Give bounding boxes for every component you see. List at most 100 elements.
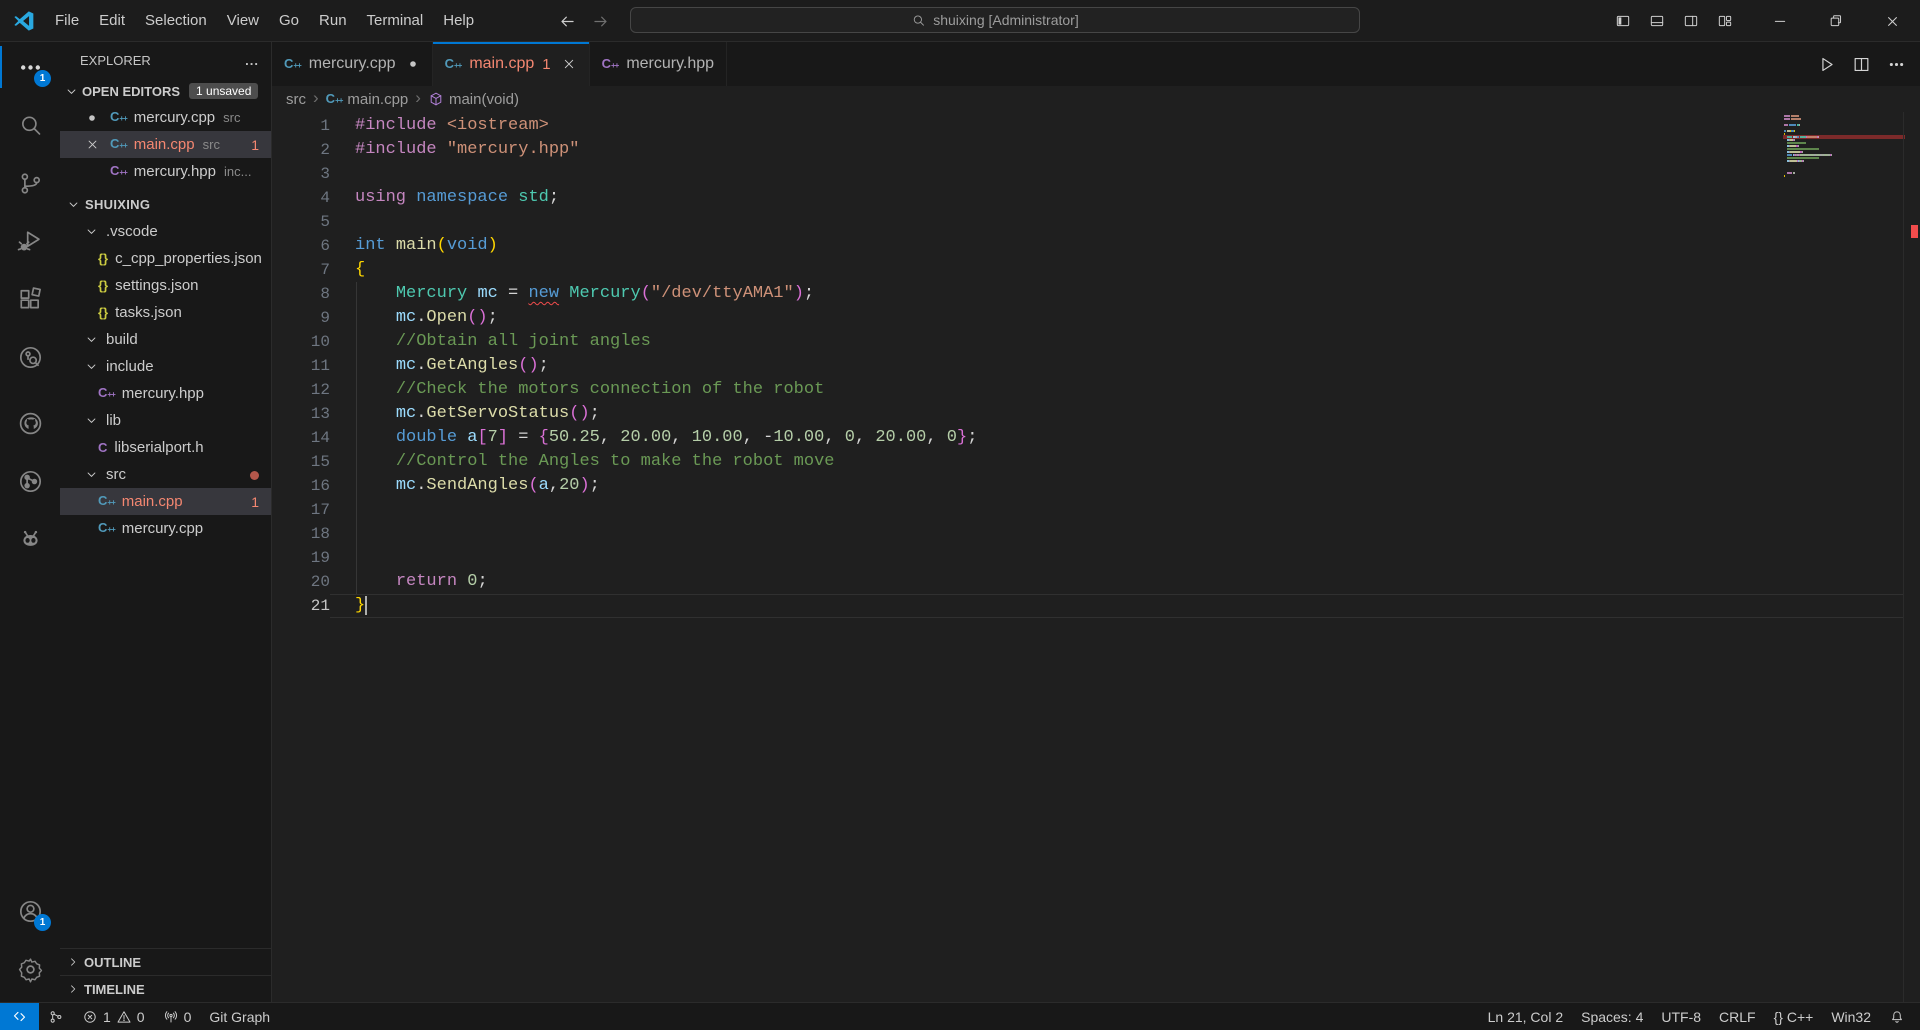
line-number[interactable]: 19 — [272, 546, 330, 570]
split-editor-button[interactable] — [1852, 55, 1871, 74]
tree-item-mercury.cpp[interactable]: C++mercury.cpp — [60, 515, 271, 542]
line-number[interactable]: 17 — [272, 498, 330, 522]
tab-main.cpp[interactable]: C++main.cpp1 — [433, 42, 590, 86]
activity-source-control[interactable] — [0, 158, 60, 208]
open-editor-mercury.cpp[interactable]: C++mercury.cppsrc — [60, 104, 271, 131]
code-line-19[interactable]: 19 — [272, 546, 1920, 570]
nav-back-icon[interactable] — [558, 12, 577, 31]
menu-selection[interactable]: Selection — [135, 0, 217, 41]
activity-settings[interactable] — [0, 944, 60, 994]
close-editor-icon[interactable] — [85, 137, 100, 152]
line-number[interactable]: 20 — [272, 570, 330, 594]
customize-layout-button[interactable] — [1708, 0, 1742, 42]
line-number[interactable]: 15 — [272, 450, 330, 474]
code-line-15[interactable]: 15 //Control the Angles to make the robo… — [272, 450, 1920, 474]
line-number[interactable]: 5 — [272, 210, 330, 234]
code-line-5[interactable]: 5 — [272, 210, 1920, 234]
line-number[interactable]: 6 — [272, 234, 330, 258]
activity-gitlens[interactable] — [0, 332, 60, 382]
line-number[interactable]: 4 — [272, 186, 330, 210]
status-encoding[interactable]: UTF-8 — [1652, 1003, 1710, 1030]
code-line-8[interactable]: 8 Mercury mc = new Mercury("/dev/ttyAMA1… — [272, 282, 1920, 306]
open-editors-header[interactable]: OPEN EDITORS 1 unsaved — [60, 78, 271, 104]
command-center-search[interactable]: shuixing [Administrator] — [630, 7, 1360, 33]
line-number[interactable]: 8 — [272, 282, 330, 306]
tab-mercury.hpp[interactable]: C++mercury.hpp — [590, 42, 727, 86]
toggle-panel-button[interactable] — [1640, 0, 1674, 42]
nav-forward-icon[interactable] — [591, 12, 610, 31]
status-remote[interactable] — [0, 1003, 39, 1030]
line-number[interactable]: 1 — [272, 114, 330, 138]
breadcrumb-main.cpp[interactable]: C++main.cpp — [326, 91, 409, 108]
line-number[interactable]: 13 — [272, 402, 330, 426]
activity-extensions[interactable] — [0, 274, 60, 324]
status-eol[interactable]: CRLF — [1710, 1003, 1765, 1030]
tree-item-settings.json[interactable]: {}settings.json — [60, 272, 271, 299]
line-number[interactable]: 14 — [272, 426, 330, 450]
code-line-7[interactable]: 7{ — [272, 258, 1920, 282]
line-number[interactable]: 9 — [272, 306, 330, 330]
status-language-mode[interactable]: {} C++ — [1765, 1003, 1823, 1030]
code-line-10[interactable]: 10 //Obtain all joint angles — [272, 330, 1920, 354]
code-line-1[interactable]: 1#include <iostream> — [272, 114, 1920, 138]
toggle-primary-sidebar-button[interactable] — [1606, 0, 1640, 42]
code-line-14[interactable]: 14 double a[7] = {50.25, 20.00, 10.00, -… — [272, 426, 1920, 450]
tree-item-.vscode[interactable]: .vscode — [60, 218, 271, 245]
status-git-graph-launch[interactable]: Git Graph — [200, 1003, 279, 1030]
menu-terminal[interactable]: Terminal — [357, 0, 434, 41]
code-editor[interactable]: 1#include <iostream>2#include "mercury.h… — [272, 112, 1920, 1002]
activity-robot[interactable] — [0, 514, 60, 564]
close-button[interactable] — [1864, 0, 1920, 42]
restore-button[interactable] — [1808, 0, 1864, 42]
overview-ruler[interactable] — [1903, 112, 1920, 1002]
outline-section[interactable]: OUTLINE — [60, 948, 271, 975]
code-line-4[interactable]: 4using namespace std; — [272, 186, 1920, 210]
status-indentation[interactable]: Spaces: 4 — [1572, 1003, 1652, 1030]
code-line-18[interactable]: 18 — [272, 522, 1920, 546]
menu-view[interactable]: View — [217, 0, 269, 41]
menu-file[interactable]: File — [45, 0, 89, 41]
toggle-secondary-sidebar-button[interactable] — [1674, 0, 1708, 42]
activity-search[interactable] — [0, 100, 60, 150]
tab-mercury.cpp[interactable]: C++mercury.cpp — [272, 42, 433, 86]
tree-item-src[interactable]: src — [60, 461, 271, 488]
more-button[interactable] — [1887, 55, 1906, 74]
menu-edit[interactable]: Edit — [89, 0, 135, 41]
code-line-2[interactable]: 2#include "mercury.hpp" — [272, 138, 1920, 162]
code-line-20[interactable]: 20 return 0; — [272, 570, 1920, 594]
line-number[interactable]: 7 — [272, 258, 330, 282]
menu-help[interactable]: Help — [433, 0, 484, 41]
open-editor-mercury.hpp[interactable]: C++mercury.hppinc... — [60, 158, 271, 185]
run-button[interactable] — [1817, 55, 1836, 74]
breadcrumb-main(void)[interactable]: main(void) — [428, 91, 519, 108]
activity-accounts[interactable]: 1 — [0, 886, 60, 936]
minimize-button[interactable] — [1752, 0, 1808, 42]
code-line-11[interactable]: 11 mc.GetAngles(); — [272, 354, 1920, 378]
minimap[interactable] — [1784, 112, 1904, 178]
code-line-9[interactable]: 9 mc.Open(); — [272, 306, 1920, 330]
code-line-3[interactable]: 3 — [272, 162, 1920, 186]
tree-item-main.cpp[interactable]: C++main.cpp1 — [60, 488, 271, 515]
status-problems[interactable]: 10 — [73, 1003, 154, 1030]
tree-item-tasks.json[interactable]: {}tasks.json — [60, 299, 271, 326]
tree-item-lib[interactable]: lib — [60, 407, 271, 434]
code-line-21[interactable]: 21} — [272, 594, 1920, 618]
line-number[interactable]: 12 — [272, 378, 330, 402]
line-number[interactable]: 11 — [272, 354, 330, 378]
tree-item-libserialport.h[interactable]: Clibserialport.h — [60, 434, 271, 461]
status-ports[interactable]: 0 — [154, 1003, 201, 1030]
line-number[interactable]: 16 — [272, 474, 330, 498]
code-line-13[interactable]: 13 mc.GetServoStatus(); — [272, 402, 1920, 426]
code-line-17[interactable]: 17 — [272, 498, 1920, 522]
code-line-6[interactable]: 6int main(void) — [272, 234, 1920, 258]
status-cursor-position[interactable]: Ln 21, Col 2 — [1479, 1003, 1573, 1030]
status-git-graph-view[interactable] — [39, 1003, 73, 1030]
tree-item-build[interactable]: build — [60, 326, 271, 353]
status-platform[interactable]: Win32 — [1822, 1003, 1880, 1030]
timeline-section[interactable]: TIMELINE — [60, 975, 271, 1002]
activity-explorer[interactable]: 1 — [0, 42, 60, 92]
line-number[interactable]: 21 — [272, 594, 330, 618]
line-number[interactable]: 3 — [272, 162, 330, 186]
activity-git-graph[interactable] — [0, 456, 60, 506]
menu-run[interactable]: Run — [309, 0, 357, 41]
